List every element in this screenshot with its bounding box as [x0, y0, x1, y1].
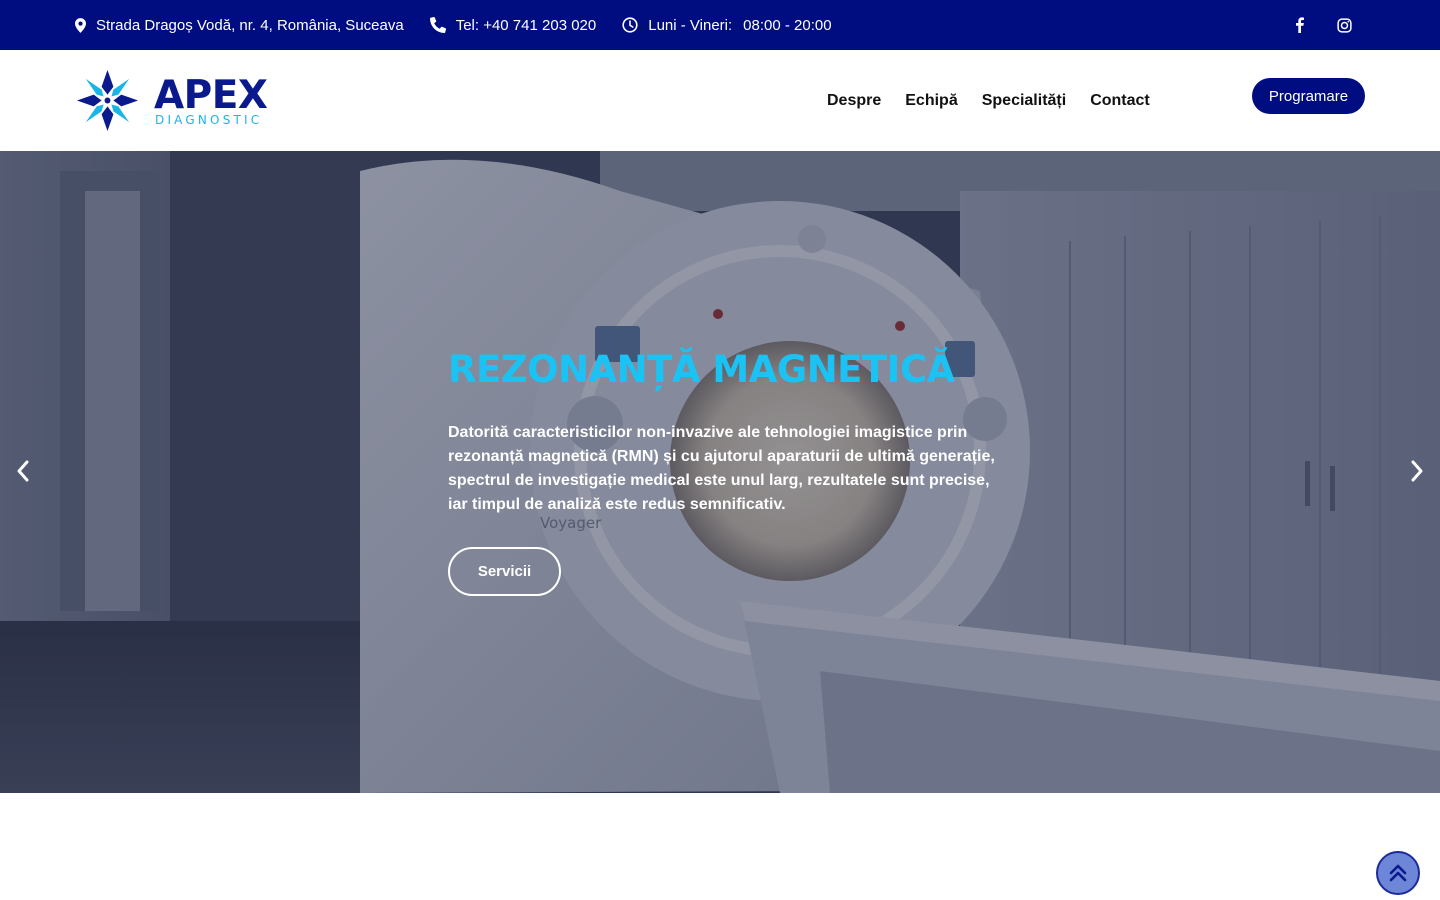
site-header: APEX DIAGNOSTIC Despre Echipă Specialită…: [0, 50, 1440, 151]
slider-prev-button[interactable]: [11, 456, 35, 486]
slider-next-button[interactable]: [1405, 456, 1429, 486]
double-chevron-up-icon: [1389, 864, 1407, 882]
main-nav: Despre Echipă Specialități Contact: [827, 50, 1174, 151]
nav-contact[interactable]: Contact: [1090, 92, 1150, 110]
phone-item[interactable]: Tel: +40 741 203 020: [429, 17, 597, 34]
hero-content: REZONANȚĂ MAGNETICĂ Datorită caracterist…: [448, 348, 1008, 596]
address-text: Strada Dragoș Vodă, nr. 4, România, Suce…: [96, 16, 404, 34]
scroll-to-top-button[interactable]: [1376, 851, 1420, 895]
address-item: Strada Dragoș Vodă, nr. 4, România, Suce…: [75, 17, 404, 34]
top-bar: Strada Dragoș Vodă, nr. 4, România, Suce…: [0, 0, 1440, 50]
phone-icon: [429, 17, 446, 33]
logo-text: APEX DIAGNOSTIC: [154, 72, 268, 127]
facebook-link[interactable]: [1291, 17, 1307, 33]
nav-echipa[interactable]: Echipă: [905, 92, 957, 110]
facebook-icon: [1295, 17, 1304, 33]
hero-description: Datorită caracteristicilor non-invazive …: [448, 424, 995, 513]
clock-icon: [622, 17, 638, 33]
hero-slider: Voyager REZONANȚĂ MAGNETICĂ Datorită car…: [0, 151, 1440, 793]
social-links: [1262, 0, 1352, 50]
apex-logo-mark-icon: [76, 69, 139, 132]
map-marker-icon: [75, 17, 86, 33]
chevron-right-icon: [1411, 460, 1423, 482]
nav-specialitati[interactable]: Specialități: [982, 92, 1066, 110]
contact-info: Strada Dragoș Vodă, nr. 4, România, Suce…: [75, 0, 858, 50]
hero-title: REZONANȚĂ MAGNETICĂ: [448, 348, 955, 391]
logo-name: APEX: [154, 72, 268, 118]
programare-button[interactable]: Programare: [1252, 78, 1365, 114]
logo-subtitle: DIAGNOSTIC: [155, 112, 263, 127]
chevron-left-icon: [17, 460, 29, 482]
hours-item: Luni - Vineri: 08:00 - 20:00: [622, 16, 832, 34]
instagram-link[interactable]: [1336, 17, 1352, 33]
hours-label: Luni - Vineri:: [648, 16, 733, 34]
phone-text[interactable]: Tel: +40 741 203 020: [456, 17, 597, 34]
nav-despre[interactable]: Despre: [827, 92, 881, 110]
servicii-button[interactable]: Servicii: [448, 547, 561, 596]
logo[interactable]: APEX DIAGNOSTIC: [75, 68, 268, 133]
hours-value: 08:00 - 20:00: [743, 16, 832, 34]
instagram-icon: [1336, 17, 1352, 33]
